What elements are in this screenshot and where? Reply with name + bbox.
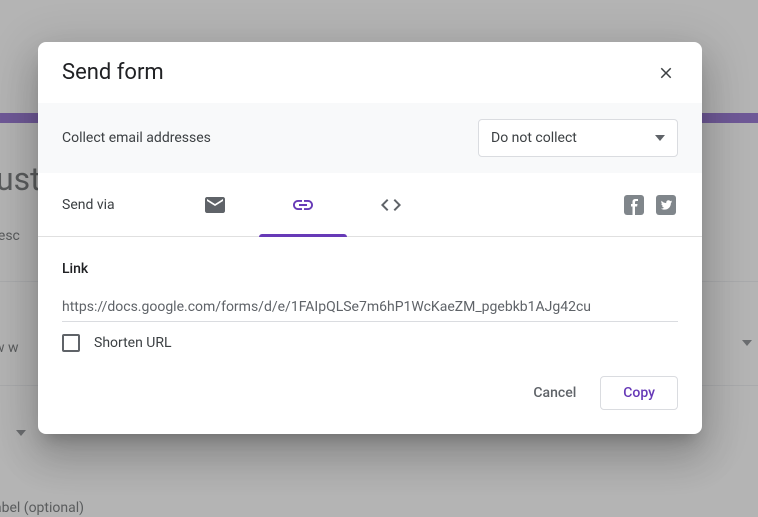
send-form-dialog: Send form Collect email addresses Do not… bbox=[38, 42, 702, 434]
link-url-input[interactable] bbox=[62, 295, 678, 322]
share-facebook-button[interactable] bbox=[622, 193, 646, 217]
send-via-label: Send via bbox=[62, 197, 115, 213]
send-via-tabs: Send via bbox=[38, 173, 702, 237]
link-label: Link bbox=[62, 261, 678, 277]
share-twitter-button[interactable] bbox=[654, 193, 678, 217]
tab-embed[interactable] bbox=[347, 173, 435, 237]
link-icon bbox=[291, 193, 315, 217]
tab-link[interactable] bbox=[259, 173, 347, 237]
email-icon bbox=[203, 193, 227, 217]
tab-email[interactable] bbox=[171, 173, 259, 237]
close-button[interactable] bbox=[654, 61, 678, 85]
dialog-title: Send form bbox=[62, 60, 164, 85]
embed-icon bbox=[379, 193, 403, 217]
facebook-icon bbox=[622, 193, 646, 217]
twitter-icon bbox=[654, 193, 678, 217]
collect-email-select[interactable]: Do not collect bbox=[478, 119, 678, 157]
shorten-url-label: Shorten URL bbox=[94, 335, 172, 351]
collect-email-label: Collect email addresses bbox=[62, 130, 211, 146]
close-icon bbox=[657, 64, 675, 82]
cancel-button[interactable]: Cancel bbox=[517, 377, 592, 409]
collect-email-row: Collect email addresses Do not collect bbox=[38, 103, 702, 173]
caret-down-icon bbox=[655, 135, 665, 141]
copy-button[interactable]: Copy bbox=[600, 376, 678, 410]
collect-email-value: Do not collect bbox=[491, 130, 577, 146]
shorten-url-checkbox[interactable] bbox=[62, 334, 80, 352]
